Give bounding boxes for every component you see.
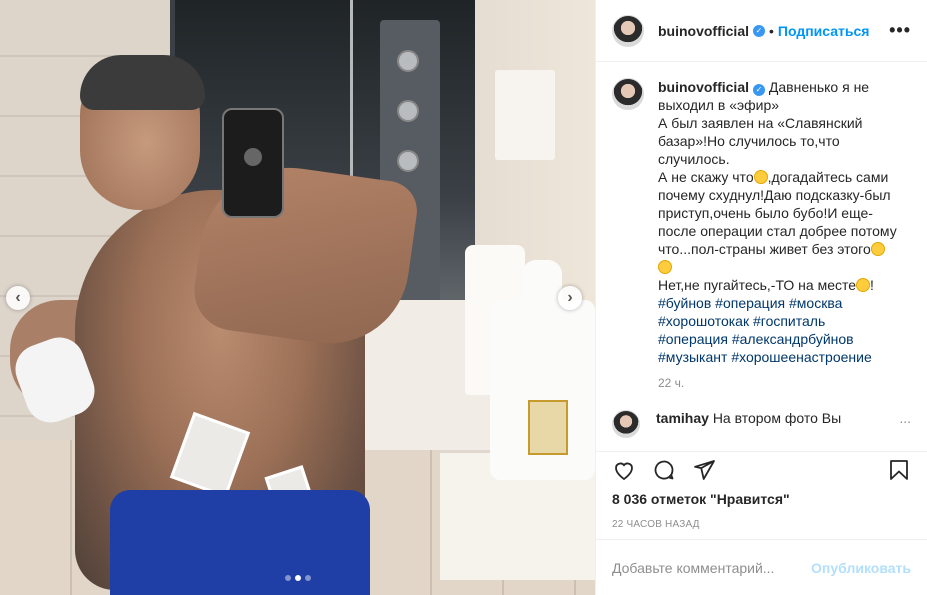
tongue-emoji-icon (870, 242, 885, 256)
comment-options-icon[interactable]: ... (899, 410, 911, 426)
bookmark-icon (890, 460, 908, 480)
laughing-emoji-icon (753, 170, 768, 184)
carousel-next-button[interactable]: › (558, 286, 582, 310)
comment-input[interactable] (612, 559, 812, 576)
hashtag-link[interactable]: #москва (789, 295, 842, 311)
laughing-emoji-icon (856, 278, 871, 292)
carousel-prev-button[interactable]: ‹ (6, 286, 30, 310)
comment-body: На втором фото Вы (712, 410, 842, 426)
caption-line: А был заявлен на «Славянский (658, 115, 863, 131)
caption-line: почему схуднул!Даю подсказку-был (658, 187, 891, 203)
action-bar (596, 451, 927, 491)
caption-line: после операции стал добрее потому (658, 223, 897, 239)
username-link[interactable]: tamihay (656, 410, 709, 426)
heart-icon (615, 462, 633, 481)
username-link[interactable]: buinovofficial (658, 79, 749, 95)
hashtag-link[interactable]: #александрбуйнов (732, 331, 854, 347)
username-link[interactable]: buinovofficial (658, 23, 749, 39)
chevron-right-icon: › (567, 289, 573, 306)
hashtag-line: #операция #александрбуйнов (658, 330, 898, 348)
share-button[interactable] (692, 458, 716, 485)
photo-phone (222, 108, 284, 218)
photo-hair (80, 55, 205, 110)
hashtag-link[interactable]: #хорошотокак (658, 313, 749, 329)
separator-dot: • (769, 22, 774, 39)
photo-bottle (490, 260, 595, 480)
follow-button[interactable]: Подписаться (778, 23, 870, 39)
save-button[interactable] (887, 458, 911, 485)
comment-text: tamihay На втором фото Вы (656, 410, 841, 426)
caption-text: buinovofficial ✓ Давненько я не выходил в… (658, 78, 898, 366)
post-header: buinovofficial ✓ • Подписаться ••• (596, 0, 927, 62)
likes-count[interactable]: 8 036 отметок "Нравится" (596, 491, 927, 513)
caption-line: выходил в «эфир» (658, 97, 780, 113)
post-timestamp[interactable]: 22 ЧАСОВ НАЗАД (596, 513, 927, 539)
hashtag-link[interactable]: #буйнов (658, 295, 711, 311)
verified-icon: ✓ (753, 84, 765, 96)
avatar[interactable] (612, 14, 644, 47)
hashtag-line: #буйнов #операция #москва (658, 294, 898, 312)
verified-icon: ✓ (753, 24, 765, 37)
hashtag-link[interactable]: #хорошеенастроение (731, 349, 871, 365)
carousel-dot (284, 575, 291, 581)
hashtag-link[interactable]: #операция (715, 295, 785, 311)
avatar[interactable] (612, 78, 644, 110)
share-icon (694, 460, 715, 480)
caption-line: А не скажу что ,догадайтесь сами (658, 169, 889, 185)
publish-button[interactable]: Опубликовать (811, 560, 911, 576)
caption-line (658, 258, 898, 276)
comment-icon (654, 460, 674, 480)
hashtag-line: #музыкант #хорошеенастроение (658, 348, 898, 366)
comment: tamihay На втором фото Вы ... (612, 410, 911, 438)
like-button[interactable] (612, 458, 636, 485)
hashtag-link[interactable]: #операция (658, 331, 728, 347)
caption-time[interactable]: 22 ч. (658, 376, 911, 390)
post-side-panel: buinovofficial ✓ • Подписаться ••• buino… (595, 0, 927, 595)
photo-towel (495, 70, 555, 160)
caption: buinovofficial ✓ Давненько я не выходил в… (612, 78, 911, 366)
caption-line: Нет,не пугайтесь,-ТО на месте! (658, 277, 874, 293)
more-icon[interactable]: ••• (889, 20, 911, 41)
caption-line: случилось. (658, 151, 730, 167)
hashtag-link[interactable]: #музыкант (658, 349, 727, 365)
post-media-photo[interactable]: ‹ › (0, 0, 595, 595)
comment-button[interactable] (652, 458, 676, 485)
hashtag-link[interactable]: #госпиталь (753, 313, 825, 329)
chevron-left-icon: ‹ (15, 289, 21, 306)
caption-line: Давненько я не (768, 79, 870, 95)
carousel-dot-active (294, 575, 301, 581)
comments-section[interactable]: buinovofficial ✓ Давненько я не выходил в… (596, 62, 927, 451)
caption-line: приступ,очень было бубо!И еще- (658, 205, 873, 221)
carousel-dot (304, 575, 311, 581)
avatar[interactable] (612, 410, 640, 438)
hashtag-line: #хорошотокак #госпиталь (658, 312, 898, 330)
carousel-indicator (0, 575, 595, 581)
caption-line: что...пол-страны живет без этого (658, 240, 898, 258)
caption-line: базар»!Но случилось то,что (658, 133, 840, 149)
sunglasses-emoji-icon (658, 260, 672, 274)
add-comment-form: Опубликовать (596, 539, 927, 595)
instagram-post: ‹ › buinovofficial ✓ • Подписаться ••• b… (0, 0, 927, 595)
